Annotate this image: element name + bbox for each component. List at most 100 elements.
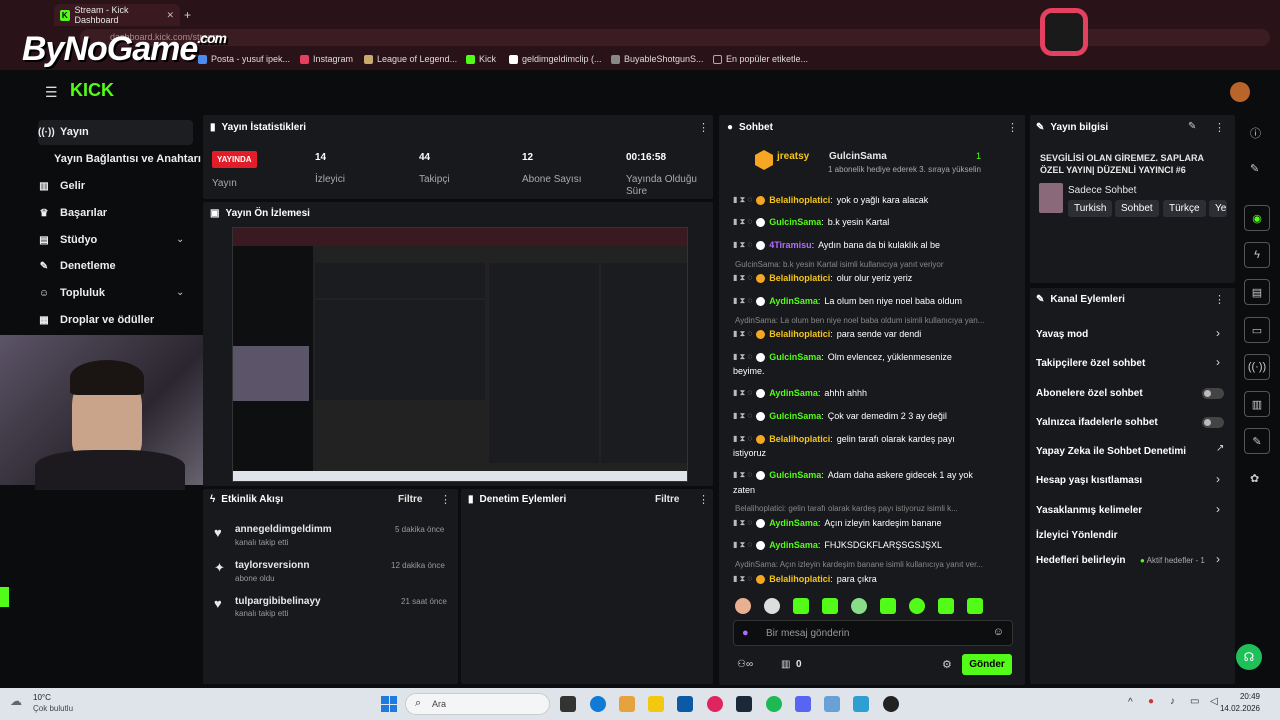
chevron-right-icon[interactable]: › [1216, 355, 1220, 369]
sidebar-item-basarilar[interactable]: ♛ Başarılar [38, 207, 108, 219]
chat-username[interactable]: Belalihoplatici [769, 195, 830, 205]
more-icon[interactable]: ⋮ [698, 121, 709, 134]
emote-icon[interactable] [822, 598, 838, 614]
chat-username[interactable]: 4Tiramisu [769, 240, 811, 250]
network-icon[interactable]: ▭ [1190, 696, 1199, 707]
bookmark-5[interactable]: BuyableShotgunS... [611, 54, 704, 64]
subs-only-toggle[interactable] [1202, 388, 1224, 399]
app-icon[interactable] [824, 696, 840, 712]
chat-username[interactable]: AydinSama [769, 296, 818, 306]
banned-words-item[interactable]: Yasaklanmış kelimeler [1036, 505, 1142, 516]
sidebar-item-studyo[interactable]: ▤ Stüdyo [38, 234, 97, 246]
document-tool-icon[interactable]: ▤ [1244, 279, 1270, 305]
close-tab-icon[interactable]: ✕ [166, 10, 174, 21]
mod-actions-icon[interactable]: ▮ ⧗ ◌ [733, 518, 752, 528]
store-icon[interactable]: ▥ [781, 659, 790, 670]
more-icon[interactable]: ⋮ [1007, 121, 1018, 134]
sidebar-item-topluluk[interactable]: ☺ Topluluk [38, 287, 105, 299]
broadcast-tool-icon[interactable]: ((·)) [1244, 354, 1270, 380]
tray-icon[interactable]: ● [1148, 696, 1154, 707]
emote-only-toggle[interactable] [1202, 417, 1224, 428]
discord-icon[interactable] [795, 696, 811, 712]
chat-username[interactable]: AydinSama [769, 388, 818, 398]
mod-actions-icon[interactable]: ▮ ⧗ ◌ [733, 388, 752, 398]
bookmark-1[interactable]: Instagram [300, 54, 353, 64]
start-icon[interactable] [381, 696, 397, 712]
clock-date[interactable]: 14.02.2026 [1212, 704, 1260, 713]
pencil-icon[interactable]: ✎ [1250, 162, 1259, 175]
sidebar-item-gelir[interactable]: ▥ Gelir [38, 180, 85, 192]
weather-temp[interactable]: 10°C [33, 693, 51, 702]
wrench-tool-icon[interactable]: ✎ [1244, 428, 1270, 454]
chat-username[interactable]: Belalihoplatici [769, 329, 830, 339]
chevron-down-icon[interactable]: ⌄ [176, 234, 184, 245]
task-view-icon[interactable] [560, 696, 576, 712]
emote-icon[interactable] [851, 598, 867, 614]
more-icon[interactable]: ⋮ [440, 493, 451, 506]
activity-name[interactable]: annegeldimgeldimm [235, 524, 332, 535]
ai-moderation-item[interactable]: Yapay Zeka ile Sohbet Denetimi [1036, 446, 1186, 457]
steam-icon[interactable] [736, 696, 752, 712]
chat-username[interactable]: GulcinSama [769, 352, 821, 362]
activity-filter-button[interactable]: Filtre [398, 494, 422, 505]
avatar[interactable] [1230, 82, 1250, 102]
sidebar-item-denetleme[interactable]: ✎ Denetleme [38, 260, 116, 272]
settings-icon[interactable]: ✿ [1250, 472, 1259, 485]
activity-name[interactable]: taylorsversionn [235, 560, 309, 571]
chevron-right-icon[interactable]: › [1216, 502, 1220, 516]
chat-username[interactable]: AydinSama [769, 518, 818, 528]
chat-input[interactable]: ● Bir mesaj gönderin ☺ [733, 620, 1013, 646]
goals-item[interactable]: Hedefleri belirleyin [1036, 555, 1125, 566]
mod-actions-icon[interactable]: ▮ ⧗ ◌ [733, 352, 752, 362]
chat-username[interactable]: Belalihoplatici [769, 574, 830, 584]
obs-icon[interactable] [883, 696, 899, 712]
taskbar-search[interactable]: ⌕ Ara [405, 693, 550, 715]
sidebar-item-stream-key[interactable]: Yayın Bağlantısı ve Anahtarı [54, 153, 201, 165]
pinned-target[interactable]: GulcinSama [829, 151, 887, 162]
chevron-down-icon[interactable]: ⌄ [176, 287, 184, 298]
kick-logo[interactable]: KICK [70, 80, 114, 101]
more-icon[interactable]: ⋮ [1214, 121, 1225, 134]
emoji-icon[interactable]: ☺ [993, 626, 1004, 638]
chat-username[interactable]: GulcinSama [769, 470, 821, 480]
chat-tool-icon[interactable]: ▭ [1244, 317, 1270, 343]
mic-icon[interactable]: ● [742, 627, 749, 639]
bookmark-3[interactable]: Kick [466, 54, 496, 64]
new-tab-icon[interactable]: + [184, 8, 191, 22]
emote-icon[interactable] [880, 598, 896, 614]
mic-tray-icon[interactable]: ♪ [1170, 696, 1175, 707]
support-icon[interactable]: ☊ [1236, 644, 1262, 670]
send-button[interactable]: Gönder [962, 654, 1012, 675]
browser-tab[interactable]: K Stream - Kick Dashboard ✕ [54, 4, 180, 26]
slow-mode-item[interactable]: Yavaş mod [1036, 329, 1088, 340]
more-icon[interactable]: ⋮ [1214, 293, 1225, 306]
bolt-tool-icon[interactable]: ϟ [1244, 242, 1270, 268]
emote-icon[interactable] [938, 598, 954, 614]
raid-item[interactable]: İzleyici Yönlendir [1036, 530, 1118, 541]
mod-actions-icon[interactable]: ▮ ⧗ ◌ [733, 296, 752, 306]
users-icon[interactable]: ⚇∞ [737, 659, 753, 670]
bookmark-4[interactable]: geldimgeldimclip (... [509, 54, 602, 64]
weather-desc[interactable]: Çok bulutlu [33, 704, 73, 713]
chat-username[interactable]: GulcinSama [769, 411, 821, 421]
copilot-icon[interactable] [619, 696, 635, 712]
opera-icon[interactable] [707, 696, 723, 712]
clock-time[interactable]: 20:49 [1220, 692, 1260, 701]
edge-icon[interactable] [590, 696, 606, 712]
mod-actions-icon[interactable]: ▮ ⧗ ◌ [733, 411, 752, 421]
app-icon[interactable] [853, 696, 869, 712]
menu-icon[interactable]: ☰ [45, 84, 58, 101]
mod-actions-icon[interactable]: ▮ ⧗ ◌ [733, 434, 752, 444]
info-icon[interactable]: ⓘ [1250, 125, 1261, 141]
emote-icon[interactable] [764, 598, 780, 614]
mod-actions-icon[interactable]: ▮ ⧗ ◌ [733, 195, 752, 205]
chat-username[interactable]: GulcinSama [769, 217, 821, 227]
more-icon[interactable]: ⋮ [698, 493, 709, 506]
emote-icon[interactable] [967, 598, 983, 614]
url-field[interactable]: dashboard.kick.com/stream [80, 29, 1270, 46]
emote-icon[interactable] [793, 598, 809, 614]
chevron-right-icon[interactable]: › [1216, 472, 1220, 486]
mod-actions-icon[interactable]: ▮ ⧗ ◌ [733, 329, 752, 339]
moderation-filter-button[interactable]: Filtre [655, 494, 679, 505]
mod-actions-icon[interactable]: ▮ ⧗ ◌ [733, 574, 752, 584]
